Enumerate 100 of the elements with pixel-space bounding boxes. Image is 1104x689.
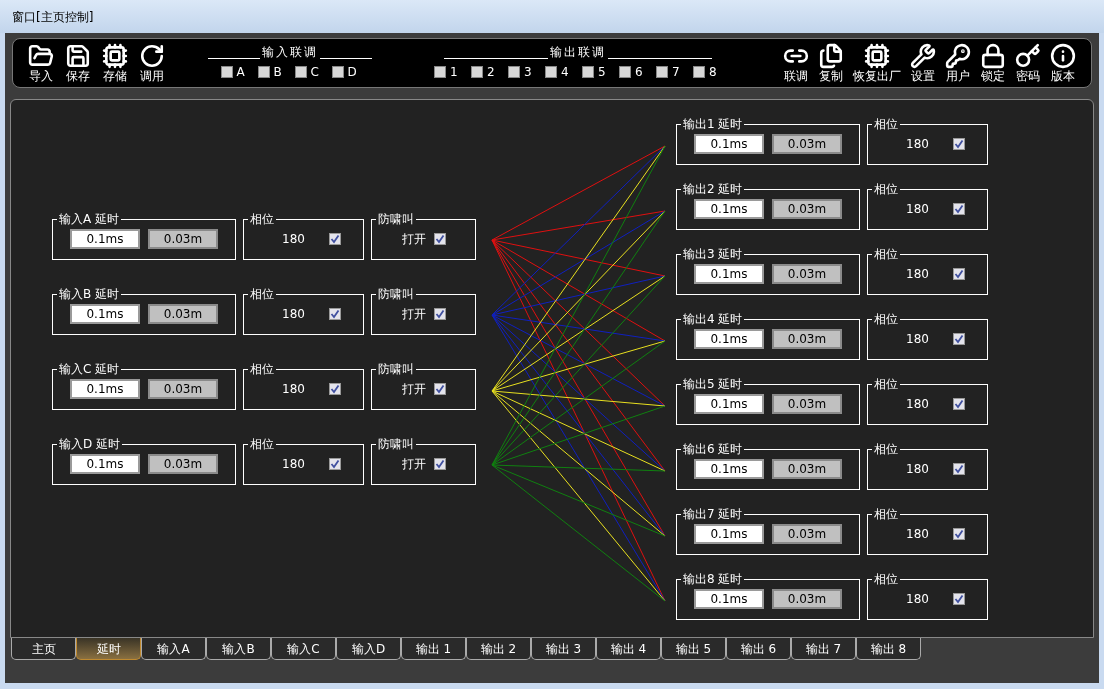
- chip-icon: [102, 43, 128, 69]
- phase-value: 180: [906, 526, 929, 543]
- toolbar-button[interactable]: 版本: [1047, 43, 1079, 83]
- distance-field: 0.03m: [772, 134, 842, 154]
- checkbox[interactable]: [545, 66, 557, 78]
- delay-field[interactable]: 0.1ms: [694, 589, 764, 609]
- delay-field[interactable]: 0.1ms: [70, 379, 140, 399]
- tab[interactable]: 输出 5: [661, 638, 726, 660]
- window-title: 窗口[主页控制]: [12, 8, 94, 26]
- delay-field[interactable]: 0.1ms: [694, 394, 764, 414]
- checkbox[interactable]: [471, 66, 483, 78]
- delay-field[interactable]: 0.1ms: [70, 454, 140, 474]
- delay-field[interactable]: 0.1ms: [694, 329, 764, 349]
- group-label: 防啸叫: [377, 287, 415, 301]
- phase-value: 180: [282, 306, 305, 323]
- distance-field: 0.03m: [772, 199, 842, 219]
- checkbox-label: 2: [487, 64, 496, 81]
- checkbox-label: 6: [635, 64, 644, 81]
- phase-value: 180: [282, 456, 305, 473]
- checkbox[interactable]: [257, 66, 270, 78]
- checkbox[interactable]: [328, 458, 341, 470]
- checkbox[interactable]: [582, 66, 594, 78]
- group-label: 防啸叫: [377, 212, 415, 226]
- tab[interactable]: 输出 3: [531, 638, 596, 660]
- checkbox[interactable]: [952, 528, 965, 540]
- checkbox[interactable]: [952, 138, 965, 150]
- distance-field: 0.03m: [772, 459, 842, 479]
- group-label: 相位: [249, 212, 275, 226]
- checkbox[interactable]: [433, 308, 446, 320]
- tab[interactable]: 输出 1: [401, 638, 466, 660]
- toolbar-button[interactable]: 锁定: [977, 43, 1009, 83]
- checkbox[interactable]: [952, 333, 965, 345]
- tab[interactable]: 输入B: [206, 638, 271, 660]
- toolbar-button[interactable]: 存储: [99, 43, 131, 83]
- checkbox[interactable]: [619, 66, 631, 78]
- checkbox[interactable]: [328, 383, 341, 395]
- toolbar-button[interactable]: 导入: [25, 43, 57, 83]
- feedback-text: 打开: [401, 231, 426, 248]
- tab[interactable]: 输入C: [271, 638, 336, 660]
- checkbox[interactable]: [294, 66, 307, 78]
- group-label: 输出1 延时: [682, 117, 744, 131]
- padlock-icon: [980, 43, 1006, 69]
- checkbox[interactable]: [328, 233, 341, 245]
- phase-value: 180: [906, 591, 929, 608]
- tab[interactable]: 输出 7: [791, 638, 856, 660]
- checkbox[interactable]: [952, 268, 965, 280]
- checkbox[interactable]: [433, 383, 446, 395]
- distance-field: 0.03m: [772, 394, 842, 414]
- group-label: 相位: [873, 247, 899, 261]
- toolbar-button[interactable]: 联调: [780, 43, 812, 83]
- group-label: 输出7 延时: [682, 507, 744, 521]
- delay-field[interactable]: 0.1ms: [694, 199, 764, 219]
- checkbox-label: 8: [709, 64, 718, 81]
- checkbox-label: B: [273, 64, 283, 81]
- phase-value: 180: [906, 136, 929, 153]
- delay-field[interactable]: 0.1ms: [694, 264, 764, 284]
- checkbox[interactable]: [433, 458, 446, 470]
- tab[interactable]: 输入A: [141, 638, 206, 660]
- delay-field[interactable]: 0.1ms: [694, 134, 764, 154]
- phase-value: 180: [906, 461, 929, 478]
- group-label: 输出6 延时: [682, 442, 744, 456]
- checkbox[interactable]: [328, 308, 341, 320]
- tab[interactable]: 输出 6: [726, 638, 791, 660]
- delay-field[interactable]: 0.1ms: [70, 229, 140, 249]
- checkbox[interactable]: [952, 203, 965, 215]
- checkbox[interactable]: [952, 463, 965, 475]
- toolbar-button[interactable]: 恢复出厂: [850, 43, 904, 83]
- checkbox-label: D: [347, 64, 358, 81]
- group-label: 防啸叫: [377, 437, 415, 451]
- tab[interactable]: 输出 8: [856, 638, 921, 660]
- delay-field[interactable]: 0.1ms: [694, 524, 764, 544]
- toolbar-button[interactable]: 保存: [62, 43, 94, 83]
- toolbar-button[interactable]: 调用: [136, 43, 168, 83]
- checkbox[interactable]: [434, 66, 446, 78]
- tab[interactable]: 输出 2: [466, 638, 531, 660]
- delay-field[interactable]: 0.1ms: [694, 459, 764, 479]
- tab[interactable]: 输出 4: [596, 638, 661, 660]
- tab[interactable]: 延时: [76, 638, 141, 660]
- checkbox[interactable]: [952, 593, 965, 605]
- checkbox[interactable]: [952, 398, 965, 410]
- checkbox[interactable]: [433, 233, 446, 245]
- toolbar-button[interactable]: 设置: [907, 43, 939, 83]
- checkbox[interactable]: [693, 66, 705, 78]
- checkbox[interactable]: [656, 66, 668, 78]
- delay-field[interactable]: 0.1ms: [70, 304, 140, 324]
- checkbox[interactable]: [331, 66, 344, 78]
- phase-value: 180: [906, 266, 929, 283]
- checkbox[interactable]: [508, 66, 520, 78]
- phase-value: 180: [282, 381, 305, 398]
- refresh-icon: [139, 43, 165, 69]
- tab[interactable]: 主页: [11, 638, 76, 660]
- toolbar-button[interactable]: 用户: [942, 43, 974, 83]
- key-icon: [1015, 43, 1041, 69]
- checkbox[interactable]: [220, 66, 233, 78]
- wrench-icon: [910, 43, 936, 69]
- feedback-text: 打开: [401, 306, 426, 323]
- toolbar-button[interactable]: 复制: [815, 43, 847, 83]
- tab[interactable]: 输入D: [336, 638, 401, 660]
- toolbar-button[interactable]: 密码: [1012, 43, 1044, 83]
- group-label: 输入A 延时: [58, 212, 121, 226]
